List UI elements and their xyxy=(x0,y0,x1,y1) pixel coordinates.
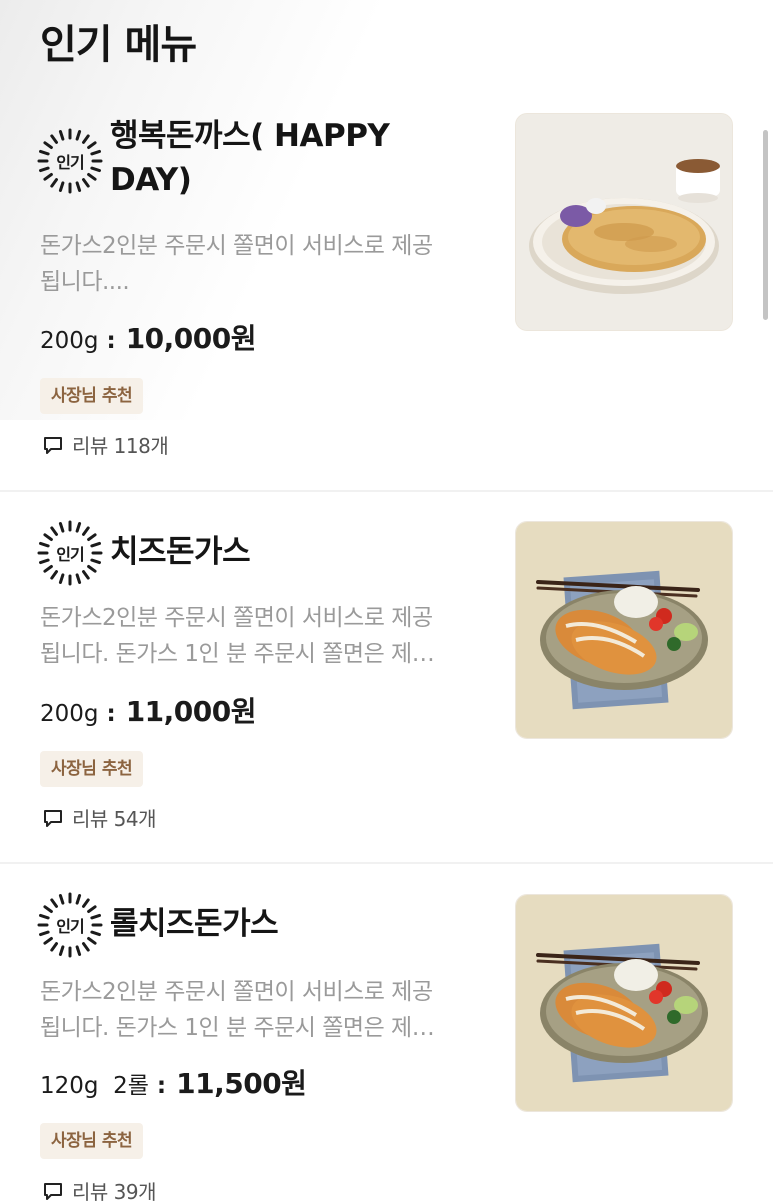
tonkatsu-plate-image xyxy=(516,114,732,330)
owner-recommend-tag: 사장님 추천 xyxy=(40,1123,144,1159)
scrollbar[interactable] xyxy=(763,130,768,320)
menu-item-photo[interactable] xyxy=(515,113,733,331)
menu-item-description: 돈가스2인분 주문시 쫄면이 서비스로 제공 됩니다. 돈가스 1인 분 주문시… xyxy=(40,974,480,1046)
menu-item-description: 돈가스2인분 주문시 쫄면이 서비스로 제공 됩니다.... xyxy=(40,228,480,300)
menu-item-name-line: 롤치즈돈가스 xyxy=(110,906,279,942)
menu-item-price: 11,500원 xyxy=(176,1067,307,1100)
badge-label: 인기 xyxy=(56,153,84,172)
description-line: 돈가스2인분 주문시 쫄면이 서비스로 제공 xyxy=(40,233,433,259)
menu-item-weight: 120g 2롤 xyxy=(40,1073,149,1099)
menu-item-weight: 200g xyxy=(40,328,99,354)
owner-recommend-tag: 사장님 추천 xyxy=(40,751,144,787)
cheese-tonkatsu-image xyxy=(516,522,732,738)
speech-bubble-icon xyxy=(44,1182,62,1200)
menu-item-price: 10,000원 xyxy=(125,322,257,355)
menu-item-name-line: 치즈돈가스 xyxy=(110,534,251,570)
popular-badge: 인기 xyxy=(37,520,103,586)
menu-item-weight: 200g xyxy=(40,701,99,727)
review-label: 리뷰 xyxy=(72,1180,108,1204)
badge-label: 인기 xyxy=(56,545,84,564)
menu-item-photo[interactable] xyxy=(515,521,733,739)
item-divider xyxy=(0,490,773,492)
menu-item-name-line: 행복돈까스( HAPPY xyxy=(110,118,390,154)
review-count: 39개 xyxy=(113,1180,157,1204)
review-link[interactable]: 리뷰 54개 xyxy=(42,803,157,832)
price-separator: : xyxy=(156,1073,167,1099)
description-line: 돈가스2인분 주문시 쫄면이 서비스로 제공 xyxy=(40,979,433,1005)
price-separator: : xyxy=(106,701,116,727)
review-count: 54개 xyxy=(113,807,157,831)
review-label: 리뷰 xyxy=(72,434,108,458)
review-label: 리뷰 xyxy=(72,807,108,831)
speech-bubble-icon xyxy=(44,436,62,454)
menu-item-name[interactable]: 롤치즈돈가스 xyxy=(110,902,450,946)
review-link[interactable]: 리뷰 39개 xyxy=(42,1176,157,1204)
popular-badge: 인기 xyxy=(37,128,103,194)
owner-recommend-tag: 사장님 추천 xyxy=(40,378,144,414)
item-divider xyxy=(0,862,773,864)
menu-item-description: 돈가스2인분 주문시 쫄면이 서비스로 제공 됩니다. 돈가스 1인 분 주문시… xyxy=(40,600,480,672)
price-row: 120g 2롤 : 11,500원 xyxy=(40,1067,307,1101)
roll-cheese-tonkatsu-image xyxy=(516,895,732,1111)
price-separator: : xyxy=(106,328,116,354)
description-line: 됩니다. 돈가스 1인 분 주문시 쫄면은 제… xyxy=(40,1015,435,1041)
review-link[interactable]: 리뷰 118개 xyxy=(42,430,169,459)
menu-item-name[interactable]: 행복돈까스( HAPPY DAY) xyxy=(110,114,450,202)
menu-item-name-line: DAY) xyxy=(110,162,192,198)
description-line: 됩니다.... xyxy=(40,269,130,295)
badge-label: 인기 xyxy=(56,917,84,936)
description-line: 됩니다. 돈가스 1인 분 주문시 쫄면은 제… xyxy=(40,641,435,667)
menu-item-name[interactable]: 치즈돈가스 xyxy=(110,530,450,574)
price-row: 200g : 11,000원 xyxy=(40,695,257,729)
description-line: 돈가스2인분 주문시 쫄면이 서비스로 제공 xyxy=(40,605,433,631)
price-row: 200g : 10,000원 xyxy=(40,322,257,356)
menu-item-price: 11,000원 xyxy=(125,695,257,728)
menu-item-photo[interactable] xyxy=(515,894,733,1112)
review-count: 118개 xyxy=(113,434,169,458)
section-title: 인기 메뉴 xyxy=(40,22,197,68)
speech-bubble-icon xyxy=(44,809,62,827)
popular-badge: 인기 xyxy=(37,892,103,958)
